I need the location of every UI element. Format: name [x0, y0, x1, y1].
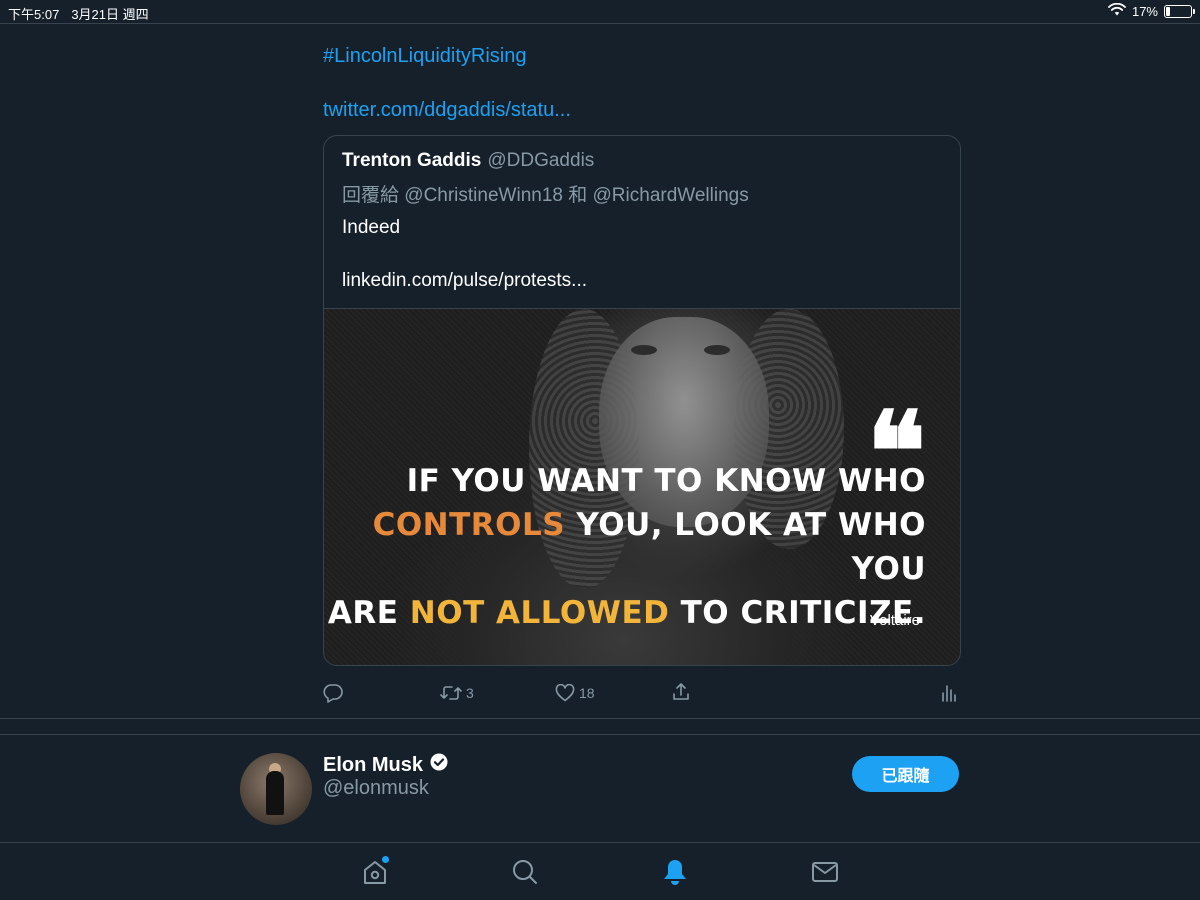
search-icon[interactable]	[510, 857, 540, 887]
profile-name: Elon Musk	[323, 753, 424, 776]
section-gap	[0, 719, 1200, 735]
profile-handle: @elonmusk	[323, 777, 429, 799]
quote-image[interactable]: ❝ If you want to know who controls you, …	[324, 308, 960, 665]
quote-line-2: controls you, look at who you	[372, 507, 926, 587]
quoted-author-handle: @DDGaddis	[487, 150, 595, 171]
quote-line-1: If you want to know who	[406, 463, 926, 499]
reply-button[interactable]	[323, 683, 347, 703]
profile-name-row[interactable]: Elon Musk	[323, 752, 449, 778]
quoted-tweet-card[interactable]: Trenton Gaddis @DDGaddis 回覆給 @ChristineW…	[323, 135, 961, 666]
quote-text-block: If you want to know who controls you, lo…	[324, 459, 926, 635]
messages-icon[interactable]	[810, 857, 840, 887]
avatar[interactable]	[240, 753, 312, 825]
quoted-tweet-link[interactable]: linkedin.com/pulse/protests...	[342, 270, 942, 292]
battery-percent: 17%	[1131, 3, 1158, 19]
battery-icon	[1164, 4, 1195, 18]
bottom-nav	[0, 842, 1200, 900]
analytics-button[interactable]	[941, 684, 957, 702]
retweet-button[interactable]: 3	[440, 684, 474, 702]
verified-badge-icon	[429, 752, 449, 778]
heart-icon	[555, 684, 575, 702]
home-icon[interactable]	[360, 856, 390, 887]
notifications-icon[interactable]	[660, 857, 690, 887]
retweet-count: 3	[466, 685, 474, 701]
analytics-icon	[941, 684, 957, 702]
home-badge-dot	[382, 856, 389, 863]
like-button[interactable]: 18	[555, 684, 595, 702]
quote-line-3: are not allowed to criticize.	[327, 595, 926, 631]
reply-to-text: 回覆給 @ChristineWinn18 和 @RichardWellings	[342, 185, 749, 206]
retweet-icon	[440, 684, 462, 702]
tweet-action-bar: 3 18	[323, 680, 963, 708]
quoted-author-name: Trenton Gaddis	[342, 150, 482, 171]
quoted-tweet-text: Indeed	[342, 217, 401, 238]
wifi-icon	[1108, 2, 1126, 19]
status-bar: 下午5:07 3月21日 週四 17%	[0, 0, 1200, 24]
quote-highlight-not-allowed: not allowed	[409, 595, 670, 631]
following-button[interactable]: 已跟隨	[852, 756, 959, 792]
reply-icon	[323, 683, 343, 703]
hashtag-link[interactable]: #LincolnLiquidityRising	[323, 45, 526, 68]
share-icon	[671, 682, 691, 702]
share-button[interactable]	[671, 682, 691, 702]
quote-attribution: - Voltaire	[860, 612, 920, 629]
status-date: 3月21日 週四	[71, 7, 149, 22]
like-count: 18	[579, 685, 595, 701]
quote-highlight-controls: controls	[372, 507, 566, 543]
status-time: 下午5:07	[8, 7, 60, 22]
tweet-url-link[interactable]: twitter.com/ddgaddis/statu...	[323, 99, 571, 122]
